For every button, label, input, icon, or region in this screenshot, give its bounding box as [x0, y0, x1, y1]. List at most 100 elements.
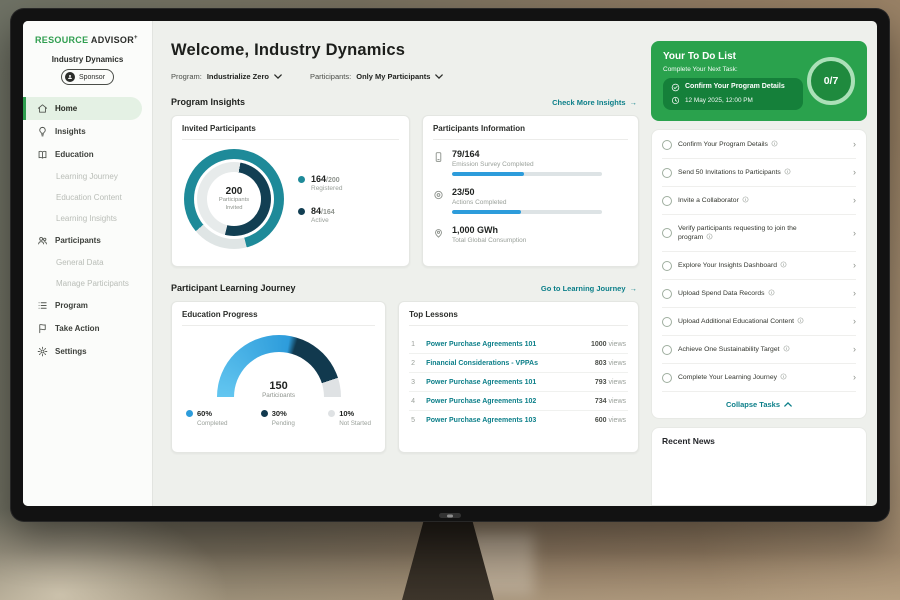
info-label: Emission Survey Completed: [452, 161, 602, 168]
gauge-legend-item-completed: 60%Completed: [186, 409, 227, 427]
sidebar-item-label: Program: [55, 301, 88, 310]
sidebar-item-insights[interactable]: Insights: [23, 120, 152, 143]
legend-value: 164/200: [311, 174, 342, 184]
task-checkbox[interactable]: [662, 140, 672, 150]
info-row-total-global-consumption: 1,000 GWhTotal Global Consumption: [433, 225, 628, 248]
sidebar-item-label: Education Content: [56, 193, 122, 202]
invited-participants-card: Invited Participants 200 Participants In…: [171, 115, 410, 267]
task-checkbox[interactable]: [662, 373, 672, 383]
sidebar-item-learning-journey[interactable]: Learning Journey: [23, 166, 152, 187]
chevron-right-icon: ›: [853, 373, 856, 382]
chevron-up-icon: [784, 402, 792, 407]
sidebar-item-label: Take Action: [55, 324, 99, 333]
program-icon: [37, 300, 48, 311]
next-task-due: 12 May 2025, 12:00 PM: [685, 97, 753, 104]
program-filter[interactable]: Program: Industrialize Zero: [171, 72, 282, 81]
sidebar-item-label: Insights: [55, 127, 86, 136]
participants-information-title: Participants Information: [433, 124, 628, 140]
lesson-row-1: 1 Power Purchase Agreements 101 1000 views: [409, 335, 628, 354]
home-icon: [37, 103, 48, 114]
invited-donut-wrap: 200 Participants Invited 164/200Register…: [182, 149, 399, 249]
chevron-down-icon: [435, 74, 443, 79]
education-gauge-chart: 150 Participants: [217, 335, 341, 397]
sidebar-item-label: General Data: [56, 258, 104, 267]
gauge-center-label: Participants: [217, 392, 341, 397]
legend-pct: 10%: [339, 409, 354, 418]
todo-task-send-50-invitations-to-participants[interactable]: Send 50 Invitations to Participants›: [662, 159, 856, 187]
participants-filter-value: Only My Participants: [356, 72, 430, 81]
info-icon: [742, 196, 749, 203]
lesson-link[interactable]: Power Purchase Agreements 101: [426, 341, 536, 348]
task-checkbox[interactable]: [662, 261, 672, 271]
task-checkbox[interactable]: [662, 317, 672, 327]
settings-icon: [37, 346, 48, 357]
sidebar-item-general-data[interactable]: General Data: [23, 252, 152, 273]
todo-task-verify-participants-requesting-to-join-the-program[interactable]: Verify participants requesting to join t…: [662, 215, 856, 252]
sidebar-item-education[interactable]: Education: [23, 143, 152, 166]
sidebar-item-participants[interactable]: Participants: [23, 229, 152, 252]
legend-dot: [298, 208, 305, 215]
lesson-link[interactable]: Power Purchase Agreements 102: [426, 398, 536, 405]
go-to-learning-journey-label: Go to Learning Journey: [541, 284, 626, 293]
task-label: Upload Spend Data Records: [678, 289, 775, 299]
todo-task-upload-spend-data-records[interactable]: Upload Spend Data Records›: [662, 280, 856, 308]
sidebar-item-program[interactable]: Program: [23, 294, 152, 317]
actions-icon: [433, 189, 444, 201]
task-checkbox[interactable]: [662, 228, 672, 238]
sidebar-item-take-action[interactable]: Take Action: [23, 317, 152, 340]
donut-center-value: 200: [226, 186, 243, 197]
sidebar-item-learning-insights[interactable]: Learning Insights: [23, 208, 152, 229]
todo-task-achieve-one-sustainability-target[interactable]: Achieve One Sustainability Target›: [662, 336, 856, 364]
check-more-insights-link[interactable]: Check More Insights →: [552, 98, 637, 107]
go-to-learning-journey-link[interactable]: Go to Learning Journey →: [541, 284, 637, 293]
gauge-center: 150 Participants: [217, 380, 341, 397]
lesson-link[interactable]: Power Purchase Agreements 103: [426, 417, 536, 424]
invited-participants-title: Invited Participants: [182, 124, 399, 140]
info-label: Total Global Consumption: [452, 237, 526, 244]
participants-information-card: Participants Information 79/164Emission …: [422, 115, 639, 267]
lesson-rank: 3: [411, 379, 419, 386]
sidebar-item-home[interactable]: Home: [23, 97, 142, 120]
info-icon: [771, 140, 778, 147]
task-checkbox[interactable]: [662, 168, 672, 178]
todo-task-complete-your-learning-journey[interactable]: Complete Your Learning Journey›: [662, 364, 856, 392]
task-checkbox[interactable]: [662, 345, 672, 355]
legend-dot: [328, 410, 335, 417]
next-task-pill[interactable]: Confirm Your Program Details 12 May 2025…: [663, 78, 803, 110]
legend-label: Not Started: [339, 420, 371, 427]
education-progress-title: Education Progress: [182, 310, 375, 326]
logo-secondary: ADVISOR: [91, 35, 134, 45]
chevron-right-icon: ›: [853, 196, 856, 205]
todo-task-confirm-your-program-details[interactable]: Confirm Your Program Details›: [662, 131, 856, 159]
task-label: Achieve One Sustainability Target: [678, 345, 790, 355]
lesson-views: 793 views: [595, 379, 626, 386]
role-badge[interactable]: Sponsor: [61, 69, 114, 85]
lesson-link[interactable]: Power Purchase Agreements 101: [426, 379, 536, 386]
collapse-tasks-label: Collapse Tasks: [726, 400, 780, 409]
info-row-actions-completed: 23/50 Actions Completed: [433, 187, 628, 214]
sidebar-item-education-content[interactable]: Education Content: [23, 187, 152, 208]
lesson-rank: 1: [411, 341, 419, 348]
take-action-icon: [37, 323, 48, 334]
sidebar-item-label: Home: [55, 104, 77, 113]
todo-task-invite-a-collaborator[interactable]: Invite a Collaborator›: [662, 187, 856, 215]
lesson-link[interactable]: Financial Considerations - VPPAs: [426, 360, 538, 367]
sidebar-item-settings[interactable]: Settings: [23, 340, 152, 363]
task-checkbox[interactable]: [662, 196, 672, 206]
participants-filter[interactable]: Participants: Only My Participants: [310, 72, 443, 81]
learning-journey-header: Participant Learning Journey Go to Learn…: [171, 283, 637, 293]
top-lessons-title: Top Lessons: [409, 310, 628, 326]
collapse-tasks-button[interactable]: Collapse Tasks: [662, 392, 856, 415]
lesson-views: 1000 views: [591, 341, 626, 348]
sidebar-item-label: Manage Participants: [56, 279, 129, 288]
survey-icon: [433, 151, 444, 163]
info-value: 23/50: [452, 187, 602, 197]
task-checkbox[interactable]: [662, 289, 672, 299]
donut-center: 200 Participants Invited: [184, 149, 284, 249]
info-label: Actions Completed: [452, 199, 602, 206]
sidebar-item-manage-participants[interactable]: Manage Participants: [23, 273, 152, 294]
todo-progress-value: 0/7: [824, 75, 839, 87]
todo-task-explore-your-insights-dashboard[interactable]: Explore Your Insights Dashboard›: [662, 252, 856, 280]
lesson-views: 803 views: [595, 360, 626, 367]
todo-task-upload-additional-educational-content[interactable]: Upload Additional Educational Content›: [662, 308, 856, 336]
